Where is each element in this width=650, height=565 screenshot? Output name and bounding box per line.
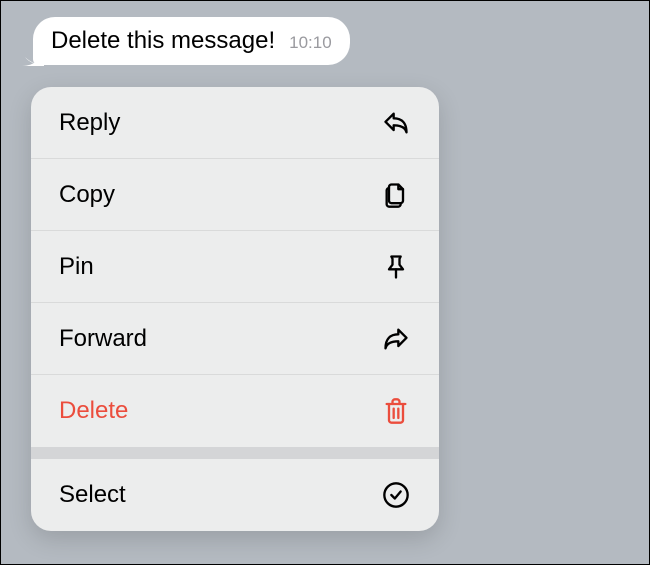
message-text: Delete this message! bbox=[51, 27, 275, 55]
menu-label-pin: Pin bbox=[59, 253, 94, 281]
menu-item-forward[interactable]: Forward bbox=[31, 303, 439, 375]
trash-icon bbox=[381, 396, 411, 426]
menu-item-select[interactable]: Select bbox=[31, 459, 439, 531]
bubble-tail-icon bbox=[22, 46, 44, 66]
menu-separator bbox=[31, 447, 439, 459]
menu-label-forward: Forward bbox=[59, 325, 147, 353]
menu-item-copy[interactable]: Copy bbox=[31, 159, 439, 231]
menu-item-reply[interactable]: Reply bbox=[31, 87, 439, 159]
menu-item-delete[interactable]: Delete bbox=[31, 375, 439, 447]
context-menu: Reply Copy Pin Forward bbox=[31, 87, 439, 531]
menu-label-reply: Reply bbox=[59, 109, 120, 137]
check-circle-icon bbox=[381, 480, 411, 510]
forward-icon bbox=[381, 324, 411, 354]
reply-icon bbox=[381, 108, 411, 138]
pin-icon bbox=[381, 252, 411, 282]
message-time: 10:10 bbox=[289, 33, 332, 53]
copy-icon bbox=[381, 180, 411, 210]
message-bubble[interactable]: Delete this message! 10:10 bbox=[33, 17, 350, 65]
menu-label-copy: Copy bbox=[59, 181, 115, 209]
menu-item-pin[interactable]: Pin bbox=[31, 231, 439, 303]
menu-label-select: Select bbox=[59, 481, 126, 509]
menu-label-delete: Delete bbox=[59, 397, 128, 425]
